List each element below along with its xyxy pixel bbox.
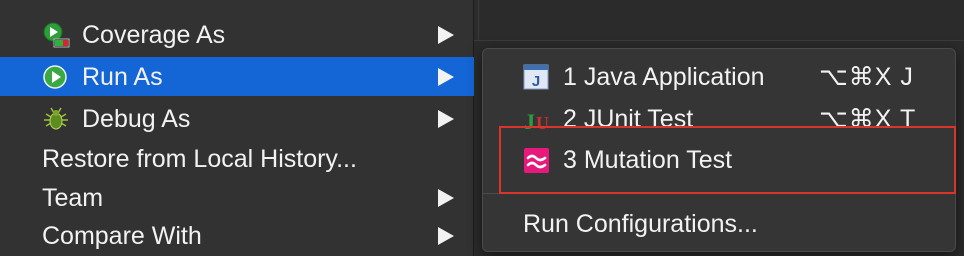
run-icon [42,64,70,90]
menu-item-label: Coverage As [82,21,226,49]
submenu-item-label: 2 JUnit Test [563,105,694,133]
submenu-item-label: Run Configurations... [523,210,758,238]
menu-item-label: Restore from Local History... [42,145,357,173]
submenu-item-label: 3 Mutation Test [563,146,733,174]
junit-icon: J U [523,105,551,134]
submenu-item-label: 1 Java Application [563,63,765,91]
debug-icon [42,106,70,132]
keyboard-shortcut: ⌥⌘X T [819,105,917,133]
menu-item-run-as[interactable]: Run As [0,57,474,96]
keyboard-shortcut: ⌥⌘X J [819,63,914,91]
submenu-arrow-icon [438,110,454,128]
menu-item-compare-with[interactable]: Compare With [0,216,474,255]
divider [470,40,964,41]
submenu-item-run-configurations[interactable]: Run Configurations... [483,204,955,244]
java-application-icon: J [523,63,551,91]
menu-separator [483,193,955,194]
submenu-arrow-icon [438,227,454,245]
submenu-arrow-icon [438,26,454,44]
svg-text:U: U [536,113,549,133]
menu-item-label: Debug As [82,105,191,133]
svg-text:J: J [532,73,540,90]
menu-item-team[interactable]: Team [0,178,474,217]
submenu-item-junit-test[interactable]: J U 2 JUnit Test ⌥⌘X T [483,99,955,139]
submenu-arrow-icon [438,68,454,86]
submenu-arrow-icon [438,189,454,207]
coverage-icon [42,22,70,48]
mutation-test-icon [523,146,551,174]
menu-item-label: Team [42,184,104,212]
svg-text:J: J [524,109,535,133]
submenu-item-java-application[interactable]: J 1 Java Application ⌥⌘X J [483,57,955,97]
menu-item-label: Compare With [42,222,202,250]
divider [478,0,479,40]
menu-item-label: Run As [82,63,163,91]
submenu-item-mutation-test[interactable]: 3 Mutation Test [483,140,955,180]
run-as-submenu: J 1 Java Application ⌥⌘X J J U 2 JUnit T… [482,48,956,252]
menu-item-restore-local-history[interactable]: Restore from Local History... [0,139,474,178]
menu-item-debug-as[interactable]: Debug As [0,99,474,138]
menu-item-coverage-as[interactable]: Coverage As [0,15,474,54]
context-menu: Coverage As Run As Debug As Restore from… [0,0,474,256]
